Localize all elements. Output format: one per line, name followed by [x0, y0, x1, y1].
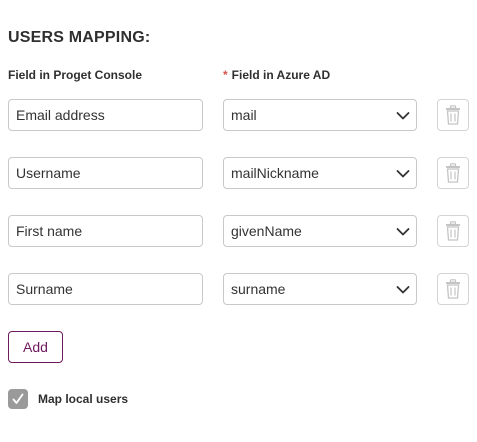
chevron-down-icon: [396, 228, 410, 236]
delete-mapping-button[interactable]: [437, 215, 469, 247]
delete-mapping-button[interactable]: [437, 157, 469, 189]
console-field-value: Username: [16, 165, 81, 181]
add-mapping-button[interactable]: Add: [8, 331, 63, 363]
delete-mapping-button[interactable]: [437, 99, 469, 131]
azure-field-value: mail: [231, 107, 257, 123]
checkmark-icon: [12, 393, 24, 404]
mapping-row: Username mailNickname: [0, 157, 477, 189]
azure-field-select[interactable]: mailNickname: [223, 157, 417, 189]
azure-field-select[interactable]: surname: [223, 273, 417, 305]
map-local-users-checkbox[interactable]: [8, 389, 28, 409]
azure-field-column-label-text: Field in Azure AD: [231, 68, 331, 82]
azure-field-select[interactable]: givenName: [223, 215, 417, 247]
chevron-down-icon: [396, 112, 410, 120]
azure-field-select[interactable]: mail: [223, 99, 417, 131]
section-title: USERS MAPPING:: [8, 29, 151, 46]
map-local-users-label: Map local users: [38, 392, 129, 406]
console-field-input[interactable]: Username: [8, 157, 203, 189]
mapping-row: First name givenName: [0, 215, 477, 247]
chevron-down-icon: [396, 170, 410, 178]
trash-icon: [446, 221, 460, 241]
console-field-input[interactable]: Surname: [8, 273, 203, 305]
chevron-down-icon: [396, 286, 410, 294]
azure-field-value: givenName: [231, 223, 302, 239]
azure-field-value: surname: [231, 281, 286, 297]
azure-field-column-label: * Field in Azure AD: [223, 68, 330, 82]
console-field-input[interactable]: Email address: [8, 99, 203, 131]
trash-icon: [446, 163, 460, 183]
console-field-value: First name: [16, 223, 83, 239]
mapping-row: Surname surname: [0, 273, 477, 305]
console-field-value: Surname: [16, 281, 73, 297]
users-mapping-panel: USERS MAPPING: Field in Proget Console *…: [0, 0, 477, 442]
azure-field-value: mailNickname: [231, 165, 319, 181]
required-marker: *: [223, 68, 228, 82]
trash-icon: [446, 105, 460, 125]
console-field-value: Email address: [16, 107, 105, 123]
console-field-column-label: Field in Proget Console: [8, 68, 143, 82]
trash-icon: [446, 279, 460, 299]
delete-mapping-button[interactable]: [437, 273, 469, 305]
mapping-row: Email address mail: [0, 99, 477, 131]
console-field-input[interactable]: First name: [8, 215, 203, 247]
